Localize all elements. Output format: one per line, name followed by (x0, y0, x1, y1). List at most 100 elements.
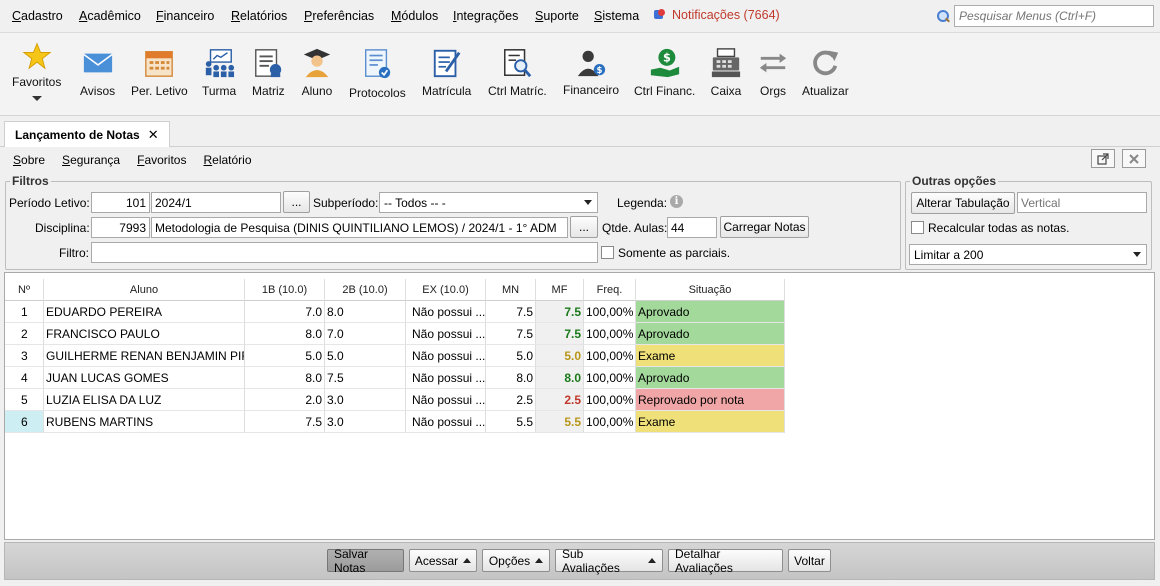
sub-avaliacoes-label: Sub Avaliações (562, 546, 620, 575)
toolbar-orgs-button[interactable]: Orgs (757, 47, 789, 98)
header-1b[interactable]: 1B (10.0) (245, 279, 325, 301)
cell-mf: 2.5 (536, 389, 584, 411)
submenu-relatorio[interactable]: Relatório (203, 153, 251, 167)
toolbar-financeiro-button[interactable]: $ Financeiro (563, 47, 619, 97)
cell-ex[interactable]: Não possui ... (406, 301, 486, 323)
cell-ex[interactable]: Não possui ... (406, 389, 486, 411)
salvar-notas-label: Salvar Notas (334, 546, 369, 575)
cell-2b[interactable]: 3.0 (325, 411, 406, 433)
menu-cadastro[interactable]: Cadastro (12, 9, 63, 23)
disciplina-name-field[interactable]: Metodologia de Pesquisa (DINIS QUINTILIA… (151, 217, 568, 238)
menu-academico[interactable]: Acadêmico (79, 9, 141, 23)
cell-2b[interactable]: 8.0 (325, 301, 406, 323)
cell-2b[interactable]: 5.0 (325, 345, 406, 367)
cell-1b[interactable]: 8.0 (245, 367, 325, 389)
cell-aluno: EDUARDO PEREIRA (44, 301, 245, 323)
cell-ex[interactable]: Não possui ... (406, 345, 486, 367)
toolbar-aluno-button[interactable]: Aluno (301, 47, 333, 98)
menu-relatorios[interactable]: Relatórios (231, 9, 287, 23)
voltar-button[interactable]: Voltar (788, 549, 831, 572)
salvar-notas-button[interactable]: Salvar Notas (327, 546, 404, 575)
cell-2b[interactable]: 7.0 (325, 323, 406, 345)
table-row[interactable]: 2 FRANCISCO PAULO 8.0 7.0 Não possui ... 7.5 7… (5, 323, 785, 345)
cell-1b[interactable]: 8.0 (245, 323, 325, 345)
search-menus-input[interactable] (954, 5, 1154, 27)
toolbar-favoritos-button[interactable]: Favoritos (12, 41, 61, 101)
tab-lancamento-de-notas[interactable]: Lançamento de Notas ✕ (4, 121, 170, 147)
close-form-button[interactable] (1122, 149, 1146, 168)
filtro-input[interactable] (91, 242, 598, 263)
header-mf[interactable]: MF (536, 279, 584, 301)
detalhar-avaliacoes-button[interactable]: Detalhar Avaliações (668, 546, 783, 575)
menu-preferencias[interactable]: Preferências (304, 9, 374, 23)
chevron-down-icon (31, 96, 42, 101)
detalhar-avaliacoes-label: Detalhar Avaliações (675, 546, 733, 575)
toolbar-ctrl-matric-button[interactable]: Ctrl Matríc. (488, 47, 547, 98)
table-row[interactable]: 3 GUILHERME RENAN BENJAMIN PIR... 5.0 5.0 Nã… (5, 345, 785, 367)
table-row[interactable]: 6 RUBENS MARTINS 7.5 3.0 Não possui ... 5.5 5.… (5, 411, 785, 433)
disciplina-lookup-button[interactable]: ... (570, 216, 598, 238)
somente-parciais-checkbox[interactable] (601, 246, 614, 259)
cell-1b[interactable]: 7.0 (245, 301, 325, 323)
cell-ex[interactable]: Não possui ... (406, 411, 486, 433)
carregar-notas-button[interactable]: Carregar Notas (720, 216, 809, 238)
disciplina-code-field[interactable]: 7993 (91, 217, 150, 238)
detach-window-button[interactable] (1091, 149, 1115, 168)
notifications-link[interactable]: Notificações (7664) (654, 8, 780, 22)
submenu-seguranca[interactable]: Segurança (62, 153, 120, 167)
chevron-up-icon (463, 558, 472, 563)
tabulacao-direction-field[interactable] (1017, 192, 1147, 213)
table-row[interactable]: 1 EDUARDO PEREIRA 7.0 8.0 Não possui ... 7.5 7… (5, 301, 785, 323)
toolbar-ctrl-financ-button[interactable]: $ Ctrl Financ. (634, 47, 695, 98)
subperiodo-label: Subperíodo: (313, 196, 379, 210)
periodo-lookup-button[interactable]: ... (283, 191, 310, 213)
toolbar-turma-button[interactable]: Turma (202, 47, 236, 98)
header-freq[interactable]: Freq. (584, 279, 636, 301)
menu-financeiro[interactable]: Financeiro (156, 9, 214, 23)
menu-suporte[interactable]: Suporte (535, 9, 579, 23)
toolbar-matriz-button[interactable]: Matriz (252, 47, 285, 98)
header-2b[interactable]: 2B (10.0) (325, 279, 406, 301)
cell-ex[interactable]: Não possui ... (406, 367, 486, 389)
header-ex[interactable]: EX (10.0) (406, 279, 486, 301)
menu-integracoes[interactable]: Integrações (453, 9, 518, 23)
toolbar-per-letivo-button[interactable]: Per. Letivo (131, 47, 188, 98)
qtde-aulas-field[interactable]: 44 (667, 217, 717, 238)
alterar-tabulacao-button[interactable]: Alterar Tabulação (911, 192, 1015, 214)
header-aluno[interactable]: Aluno (44, 279, 245, 301)
cell-2b[interactable]: 7.5 (325, 367, 406, 389)
acessar-button[interactable]: Acessar (409, 549, 477, 572)
table-row[interactable]: 5 LUZIA ELISA DA LUZ 2.0 3.0 Não possui ... 2… (5, 389, 785, 411)
header-numero[interactable]: Nº (5, 279, 44, 301)
toolbar-atualizar-button[interactable]: Atualizar (802, 47, 849, 98)
menu-sistema[interactable]: Sistema (594, 9, 639, 23)
cell-2b[interactable]: 3.0 (325, 389, 406, 411)
cell-1b[interactable]: 2.0 (245, 389, 325, 411)
toolbar-protocolos-button[interactable]: Protocolos (349, 47, 406, 100)
cell-mf: 5.0 (536, 345, 584, 367)
submenu-favoritos[interactable]: Favoritos (137, 153, 186, 167)
recalcular-checkbox[interactable] (911, 221, 924, 234)
header-mn[interactable]: MN (486, 279, 536, 301)
toolbar-avisos-button[interactable]: Avisos (80, 47, 115, 98)
periodo-code-field[interactable]: 101 (91, 192, 150, 213)
cell-ex[interactable]: Não possui ... (406, 323, 486, 345)
toolbar-matricula-button[interactable]: Matrícula (422, 47, 471, 98)
menu-modulos[interactable]: Módulos (391, 9, 438, 23)
close-icon[interactable]: ✕ (148, 127, 159, 143)
sub-avaliacoes-button[interactable]: Sub Avaliações (555, 546, 663, 575)
calendar-icon (145, 51, 174, 77)
acessar-label: Acessar (414, 553, 459, 568)
subperiodo-select[interactable]: -- Todos -- - (379, 192, 598, 213)
info-icon[interactable]: i (670, 195, 683, 208)
cell-numero: 1 (5, 301, 44, 323)
table-row[interactable]: 4 JUAN LUCAS GOMES 8.0 7.5 Não possui ... 8.0… (5, 367, 785, 389)
cell-1b[interactable]: 7.5 (245, 411, 325, 433)
submenu-sobre[interactable]: Sobre (13, 153, 45, 167)
header-situacao[interactable]: Situação (636, 279, 785, 301)
limitar-select[interactable]: Limitar a 200 (909, 244, 1147, 265)
periodo-name-field[interactable]: 2024/1 (151, 192, 281, 213)
cell-1b[interactable]: 5.0 (245, 345, 325, 367)
toolbar-caixa-button[interactable]: Caixa (710, 47, 742, 98)
opcoes-button[interactable]: Opções (482, 549, 550, 572)
